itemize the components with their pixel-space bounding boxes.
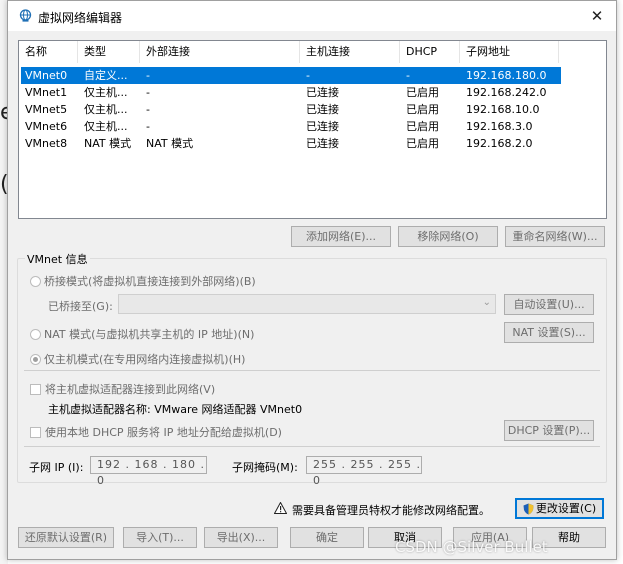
cell-dhcp: 已启用 [406, 103, 439, 116]
chevron-down-icon: ⌄ [482, 297, 491, 308]
radio-icon [30, 329, 41, 340]
host-only-radio[interactable]: 仅主机模式(在专用网络内连接虚拟机)(H) [30, 351, 245, 367]
checkbox-icon [30, 427, 41, 438]
cell-name: VMnet0 [25, 69, 68, 82]
column-header-external[interactable]: 外部连接 [140, 41, 300, 63]
cell-type: NAT 模式 [84, 137, 132, 150]
table-row[interactable]: VMnet0 自定义... - - - 192.168.180.0 [21, 67, 561, 84]
adapter-name-label: 主机虚拟适配器名称: VMware 网络适配器 VMnet0 [48, 403, 303, 416]
divider [24, 446, 600, 447]
cell-external: - [146, 69, 150, 82]
export-button[interactable]: 导出(X)... [204, 527, 278, 548]
column-header-dhcp[interactable]: DHCP [400, 41, 460, 63]
cell-type: 仅主机... [84, 103, 128, 116]
cell-type: 仅主机... [84, 86, 128, 99]
uac-shield-icon [523, 503, 534, 515]
use-dhcp-checkbox[interactable]: 使用本地 DHCP 服务将 IP 地址分配给虚拟机(D) [30, 424, 282, 440]
bridged-mode-label: 桥接模式(将虚拟机直接连接到外部网络)(B) [44, 275, 256, 288]
column-header-host[interactable]: 主机连接 [300, 41, 400, 63]
close-button[interactable]: ✕ [584, 4, 610, 28]
csdn-watermark: CSDN @Silver Bullet [395, 538, 548, 556]
bridged-to-label: 已桥接至(G): [48, 300, 113, 313]
add-network-button[interactable]: 添加网络(E)... [291, 226, 391, 247]
table-row[interactable]: VMnet5 仅主机... - 已连接 已启用 192.168.10.0 [21, 101, 561, 118]
cell-dhcp: 已启用 [406, 86, 439, 99]
ok-button[interactable]: 确定 [290, 527, 364, 548]
cell-type: 自定义... [84, 69, 128, 82]
cell-name: VMnet8 [25, 137, 68, 150]
cell-external: - [146, 120, 150, 133]
import-button[interactable]: 导入(T)... [123, 527, 197, 548]
network-list[interactable]: 名称 类型 外部连接 主机连接 DHCP 子网地址 VMnet0 自定义... … [18, 40, 607, 219]
cell-name: VMnet6 [25, 120, 68, 133]
cell-subnet: 192.168.10.0 [466, 103, 540, 116]
title-bar: 虚拟网络编辑器 ✕ [8, 1, 616, 31]
subnet-mask-field[interactable]: 255 . 255 . 255 . 0 [306, 456, 422, 487]
admin-required-message: 需要具备管理员特权才能修改网络配置。 [292, 504, 490, 517]
column-header-subnet[interactable]: 子网地址 [460, 41, 559, 63]
cell-name: VMnet5 [25, 103, 68, 116]
remove-network-button[interactable]: 移除网络(O) [398, 226, 498, 247]
cell-external: - [146, 86, 150, 99]
cell-dhcp: 已启用 [406, 120, 439, 133]
cell-host: 已连接 [306, 137, 339, 150]
cell-type: 仅主机... [84, 120, 128, 133]
cell-subnet: 192.168.2.0 [466, 137, 533, 150]
table-row[interactable]: VMnet1 仅主机... - 已连接 已启用 192.168.242.0 [21, 84, 561, 101]
subnet-ip-field[interactable]: 192 . 168 . 180 . 0 [90, 456, 207, 487]
auto-settings-button[interactable]: 自动设置(U)... [504, 294, 594, 315]
cell-host: 已连接 [306, 120, 339, 133]
column-header-name[interactable]: 名称 [19, 41, 78, 63]
window-title: 虚拟网络编辑器 [38, 11, 123, 25]
rename-network-button[interactable]: 重命名网络(W)... [505, 226, 605, 247]
vmnet-info-label: VMnet 信息 [25, 251, 90, 267]
cell-subnet: 192.168.242.0 [466, 86, 547, 99]
checkbox-icon [30, 384, 41, 395]
bridged-to-select[interactable]: ⌄ [118, 294, 496, 314]
cell-subnet: 192.168.180.0 [466, 69, 547, 82]
subnet-ip-label: 子网 IP (I): [29, 461, 84, 474]
warning-icon [274, 502, 287, 514]
cell-host: 已连接 [306, 103, 339, 116]
subnet-mask-label: 子网掩码(M): [232, 461, 298, 474]
radio-checked-icon [30, 354, 41, 365]
change-settings-button[interactable]: 更改设置(C) [515, 498, 604, 519]
virtual-network-editor-dialog: 虚拟网络编辑器 ✕ 名称 类型 外部连接 主机连接 DHCP 子网地址 VMne… [7, 0, 617, 560]
bridged-mode-radio[interactable]: 桥接模式(将虚拟机直接连接到外部网络)(B) [30, 273, 256, 289]
column-header-type[interactable]: 类型 [78, 41, 140, 63]
restore-defaults-button[interactable]: 还原默认设置(R) [18, 527, 114, 548]
cell-subnet: 192.168.3.0 [466, 120, 533, 133]
cell-host: - [306, 69, 310, 82]
connect-adapter-label: 将主机虚拟适配器连接到此网络(V) [45, 383, 216, 396]
cell-dhcp: - [406, 69, 410, 82]
table-row[interactable]: VMnet8 NAT 模式 NAT 模式 已连接 已启用 192.168.2.0 [21, 135, 561, 152]
cell-name: VMnet1 [25, 86, 68, 99]
cell-host: 已连接 [306, 86, 339, 99]
dhcp-settings-button[interactable]: DHCP 设置(P)... [504, 420, 594, 441]
connect-adapter-checkbox[interactable]: 将主机虚拟适配器连接到此网络(V) [30, 381, 215, 397]
change-settings-label: 更改设置(C) [535, 502, 597, 515]
table-row[interactable]: VMnet6 仅主机... - 已连接 已启用 192.168.3.0 [21, 118, 561, 135]
network-list-header: 名称 类型 外部连接 主机连接 DHCP 子网地址 [19, 41, 559, 63]
nat-mode-radio[interactable]: NAT 模式(与虚拟机共享主机的 IP 地址)(N) [30, 326, 254, 342]
network-globe-icon [19, 9, 32, 22]
use-dhcp-label: 使用本地 DHCP 服务将 IP 地址分配给虚拟机(D) [45, 426, 282, 439]
cell-dhcp: 已启用 [406, 137, 439, 150]
host-only-label: 仅主机模式(在专用网络内连接虚拟机)(H) [44, 353, 246, 366]
nat-mode-label: NAT 模式(与虚拟机共享主机的 IP 地址)(N) [44, 328, 255, 341]
radio-icon [30, 276, 41, 287]
cell-external: - [146, 103, 150, 116]
cell-external: NAT 模式 [146, 137, 194, 150]
nat-settings-button[interactable]: NAT 设置(S)... [504, 322, 594, 343]
divider [24, 370, 600, 371]
